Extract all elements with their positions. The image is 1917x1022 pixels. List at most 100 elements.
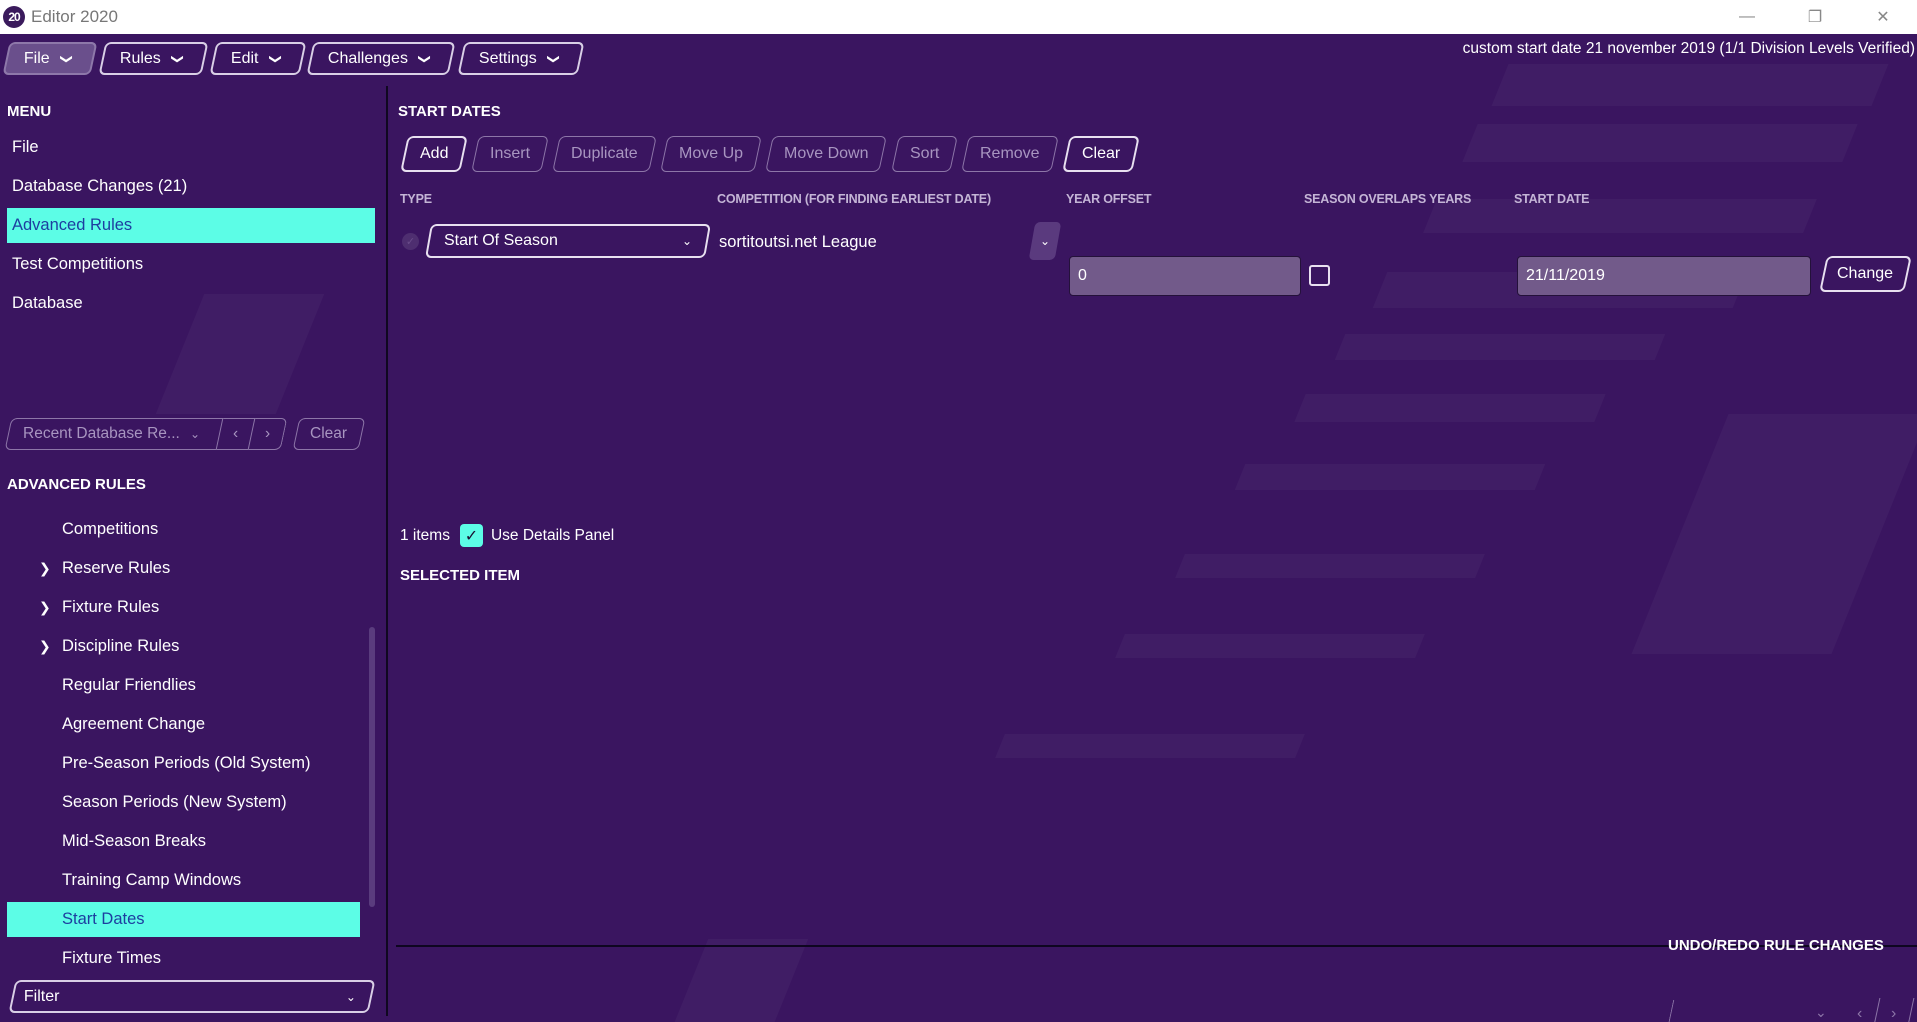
recent-database-select[interactable]: Recent Database Re... ⌄ [4, 418, 224, 450]
app-logo: 20 [3, 6, 25, 28]
column-header-season-overlaps: SEASON OVERLAPS YEARS [1304, 192, 1472, 206]
tree-item-fixture-times[interactable]: Fixture Times [7, 941, 360, 976]
competition-dropdown-button[interactable]: ⌄ [1028, 222, 1062, 260]
minimize-button[interactable]: — [1713, 0, 1781, 34]
redo-button[interactable]: › [1873, 998, 1915, 1022]
bg-stripe [672, 939, 808, 1022]
bg-stripe [1175, 554, 1485, 578]
year-offset-value: 0 [1078, 267, 1087, 284]
column-header-competition: COMPETITION (FOR FINDING EARLIEST DATE) [717, 192, 991, 206]
sort-button[interactable]: Sort [890, 136, 958, 172]
tree-item-label: Start Dates [62, 910, 145, 928]
duplicate-button[interactable]: Duplicate [552, 136, 658, 172]
menu-item-advanced-rules[interactable]: Advanced Rules [7, 208, 375, 243]
button-label: Move Up [679, 145, 744, 162]
page-title: START DATES [398, 103, 501, 120]
button-label: Sort [909, 145, 940, 162]
chevron-down-icon: ❯ [170, 53, 185, 64]
tree-item-label: Fixture Times [62, 949, 162, 967]
use-details-checkbox[interactable]: ✓ [459, 524, 483, 547]
add-button[interactable]: Add [400, 136, 469, 172]
insert-button[interactable]: Insert [471, 136, 550, 172]
button-label: Add [420, 145, 449, 162]
menu-rules[interactable]: Rules ❯ [98, 42, 209, 75]
menu-item-test-competitions[interactable]: Test Competitions [7, 247, 375, 282]
remove-button[interactable]: Remove [961, 136, 1059, 172]
menu-file[interactable]: File ❯ [2, 42, 98, 75]
recent-next-button[interactable]: › [248, 418, 288, 450]
tree-item-agreement-change[interactable]: Agreement Change [7, 707, 360, 742]
chevron-right-icon: › [264, 425, 271, 442]
button-label: Duplicate [571, 145, 639, 162]
restore-icon: ❐ [1807, 9, 1823, 26]
clear-button[interactable]: Clear [1061, 136, 1140, 172]
row-check-icon[interactable]: ✓ [402, 233, 419, 250]
undo-redo-title: UNDO/REDO RULE CHANGES [1668, 937, 1884, 954]
tree-item-label: Regular Friendlies [62, 676, 196, 694]
tree-item-start-dates[interactable]: Start Dates [7, 902, 360, 937]
tree-item-discipline-rules[interactable]: ❯ Discipline Rules [7, 629, 360, 664]
chevron-left-icon: ‹ [232, 425, 239, 442]
undo-button[interactable]: ‹ [1839, 998, 1881, 1022]
tree-item-label: Agreement Change [62, 715, 206, 733]
tree-item-fixture-rules[interactable]: ❯ Fixture Rules [7, 590, 360, 625]
tree-item-competitions[interactable]: Competitions [7, 512, 360, 547]
menu-item-database-changes[interactable]: Database Changes (21) [7, 169, 375, 204]
year-offset-input[interactable]: 0 [1069, 256, 1301, 296]
menu-item-database[interactable]: Database [7, 286, 375, 321]
chevron-down-icon: ❯ [418, 53, 433, 64]
tree-item-regular-friendlies[interactable]: Regular Friendlies [7, 668, 360, 703]
tree-item-reserve-rules[interactable]: ❯ Reserve Rules [7, 551, 360, 586]
tree-item-mid-season-breaks[interactable]: Mid-Season Breaks [7, 824, 360, 859]
clear-label: Clear [310, 425, 348, 442]
recent-clear-button[interactable]: Clear [292, 418, 366, 450]
checkmark-icon: ✓ [464, 527, 479, 545]
title-bar: 20 Editor 2020 — ❐ ✕ [0, 0, 1917, 34]
close-button[interactable]: ✕ [1849, 0, 1917, 34]
menu-edit[interactable]: Edit ❯ [209, 42, 306, 75]
menu-item-file[interactable]: File [7, 130, 375, 165]
season-overlaps-checkbox[interactable] [1309, 265, 1330, 286]
menu-item-label: File [12, 138, 39, 156]
chevron-right-icon[interactable]: ❯ [39, 560, 51, 577]
bg-stripe [1492, 64, 1889, 106]
bg-stripe [1462, 124, 1857, 162]
use-details-label: Use Details Panel [490, 526, 615, 544]
chevron-right-icon[interactable]: ❯ [39, 638, 51, 655]
minimize-icon: — [1739, 8, 1755, 25]
chevron-right-icon: › [1890, 1004, 1897, 1022]
chevron-down-icon: ⌄ [189, 427, 200, 441]
panel-divider [386, 86, 388, 1016]
list-toolbar: Add Insert Duplicate Move Up Move Down S… [400, 136, 1140, 172]
tree-item-label: Competitions [62, 520, 159, 538]
competition-value: sortitoutsi.net League [719, 233, 877, 251]
chevron-down-icon: ⌄ [681, 234, 692, 248]
window-title: Editor 2020 [31, 7, 118, 26]
move-up-button[interactable]: Move Up [660, 136, 763, 172]
status-text: custom start date 21 november 2019 (1/1 … [1462, 40, 1915, 57]
menu-label: Rules [119, 49, 161, 67]
app-body: File ❯ Rules ❯ Edit ❯ Challenges ❯ Settings ❯… [0, 34, 1917, 1022]
button-label: Change [1837, 265, 1894, 282]
tree-item-season-periods[interactable]: Season Periods (New System) [7, 785, 360, 820]
change-date-button[interactable]: Change [1819, 256, 1912, 292]
chevron-right-icon[interactable]: ❯ [39, 599, 51, 616]
sidebar-scrollbar[interactable] [369, 627, 375, 907]
restore-button[interactable]: ❐ [1781, 0, 1849, 34]
filter-select[interactable]: Filter ⌄ [8, 980, 376, 1013]
menu-label: Challenges [328, 49, 409, 67]
button-label: Move Down [784, 145, 869, 162]
start-date-input[interactable]: 21/11/2019 [1517, 256, 1811, 296]
menu-settings[interactable]: Settings ❯ [457, 42, 584, 75]
menu-label: Edit [230, 49, 259, 67]
type-select[interactable]: Start Of Season ⌄ [425, 224, 711, 258]
tree-item-label: Reserve Rules [62, 559, 171, 577]
move-down-button[interactable]: Move Down [765, 136, 888, 172]
chevron-down-icon: ❯ [59, 53, 74, 64]
menu-challenges[interactable]: Challenges ❯ [306, 42, 457, 75]
tree-item-pre-season-periods[interactable]: Pre-Season Periods (Old System) [7, 746, 360, 781]
type-select-value: Start Of Season [444, 232, 558, 249]
advanced-rules-title: ADVANCED RULES [7, 476, 146, 493]
chevron-down-icon: ⌄ [345, 989, 356, 1004]
tree-item-training-camp-windows[interactable]: Training Camp Windows [7, 863, 360, 898]
